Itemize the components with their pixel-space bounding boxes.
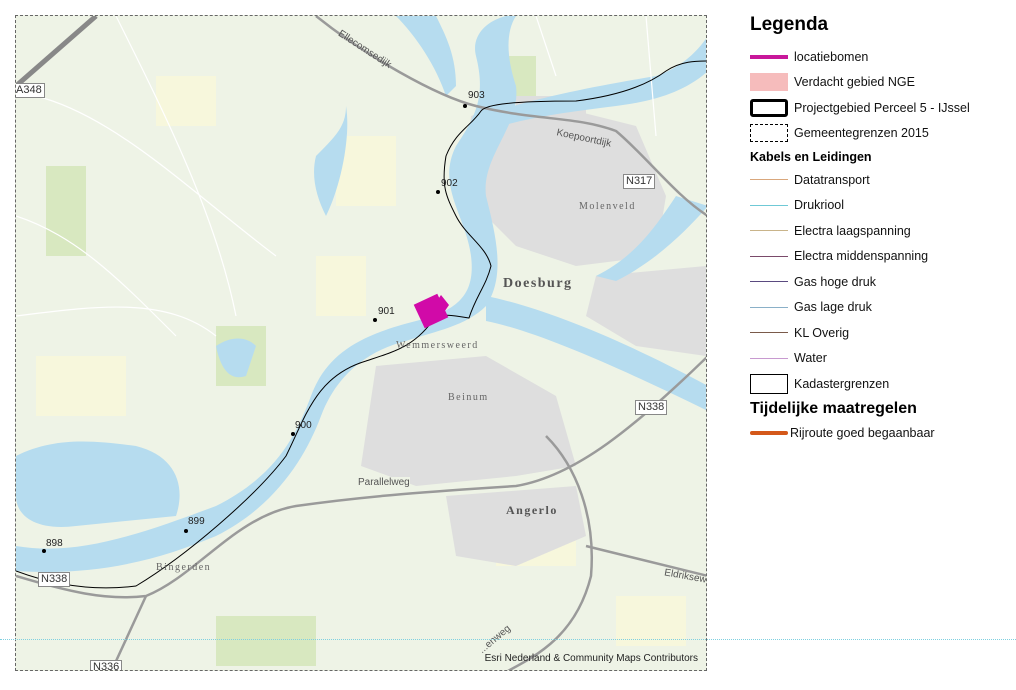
legend-title: Legenda xyxy=(750,14,829,35)
place-molenveld: Molenveld xyxy=(579,201,636,212)
line-symbol-icon xyxy=(750,273,788,291)
dashed-outline-symbol-icon xyxy=(750,124,788,143)
shield-n317: N317 xyxy=(623,174,656,189)
outline-symbol-icon xyxy=(750,373,788,394)
legend-section-maatregelen: Tijdelijke maatregelen xyxy=(750,399,917,417)
road-parallelweg: Parallelweg xyxy=(358,477,410,488)
place-wemmersweerd: Wemmersweerd xyxy=(396,340,479,351)
fill-symbol-icon xyxy=(750,73,788,92)
line-symbol-icon xyxy=(750,196,788,214)
legend-item-kadastergrenzen: Kadastergrenzen xyxy=(750,371,1010,397)
place-bingerden: Bingerden xyxy=(156,562,212,573)
shield-n336: N336 xyxy=(90,660,123,670)
page-guide-line xyxy=(0,639,1016,640)
thick-line-symbol-icon xyxy=(750,424,788,442)
legend: Legenda locatiebomen Verdacht gebied NGE… xyxy=(750,14,1010,446)
place-angerlo: Angerlo xyxy=(506,503,558,517)
attribution: Esri Nederland & Community Maps Contribu… xyxy=(484,653,698,664)
legend-item-kl-overig: KL Overig xyxy=(750,320,1010,346)
line-symbol-icon xyxy=(750,298,788,316)
line-symbol-icon xyxy=(750,171,788,189)
place-doesburg: Doesburg xyxy=(503,276,573,291)
legend-item-water: Water xyxy=(750,346,1010,372)
thick-line-symbol-icon xyxy=(750,48,788,66)
line-symbol-icon xyxy=(750,247,788,265)
basemap xyxy=(16,16,706,670)
thick-outline-symbol-icon xyxy=(750,98,788,117)
legend-item-electra-laag: Electra laagspanning xyxy=(750,218,1010,244)
legend-item-locatiebomen: locatiebomen xyxy=(750,44,1010,70)
map-view[interactable]: 898 899 900 901 902 903 Doesburg Molenve… xyxy=(15,15,707,671)
line-symbol-icon xyxy=(750,324,788,342)
legend-item-gemeentegrenzen: Gemeentegrenzen 2015 xyxy=(750,121,1010,147)
legend-item-nge: Verdacht gebied NGE xyxy=(750,70,1010,96)
legend-section-kabels: Kabels en Leidingen xyxy=(750,149,872,164)
legend-item-rijroute: Rijroute goed begaanbaar xyxy=(750,421,1010,447)
shield-n338-left: N338 xyxy=(38,572,71,587)
legend-item-projectgebied: Projectgebied Perceel 5 - IJssel xyxy=(750,95,1010,121)
legend-item-drukriool: Drukriool xyxy=(750,193,1010,219)
legend-item-electra-midden: Electra middenspanning xyxy=(750,244,1010,270)
legend-item-datatransport: Datatransport xyxy=(750,167,1010,193)
place-beinum: Beinum xyxy=(448,392,489,403)
legend-item-gas-laag: Gas lage druk xyxy=(750,295,1010,321)
shield-n338-right: N338 xyxy=(635,400,668,415)
line-symbol-icon xyxy=(750,222,788,240)
shield-a348: A348 xyxy=(16,83,45,98)
legend-item-gas-hoog: Gas hoge druk xyxy=(750,269,1010,295)
line-symbol-icon xyxy=(750,349,788,367)
